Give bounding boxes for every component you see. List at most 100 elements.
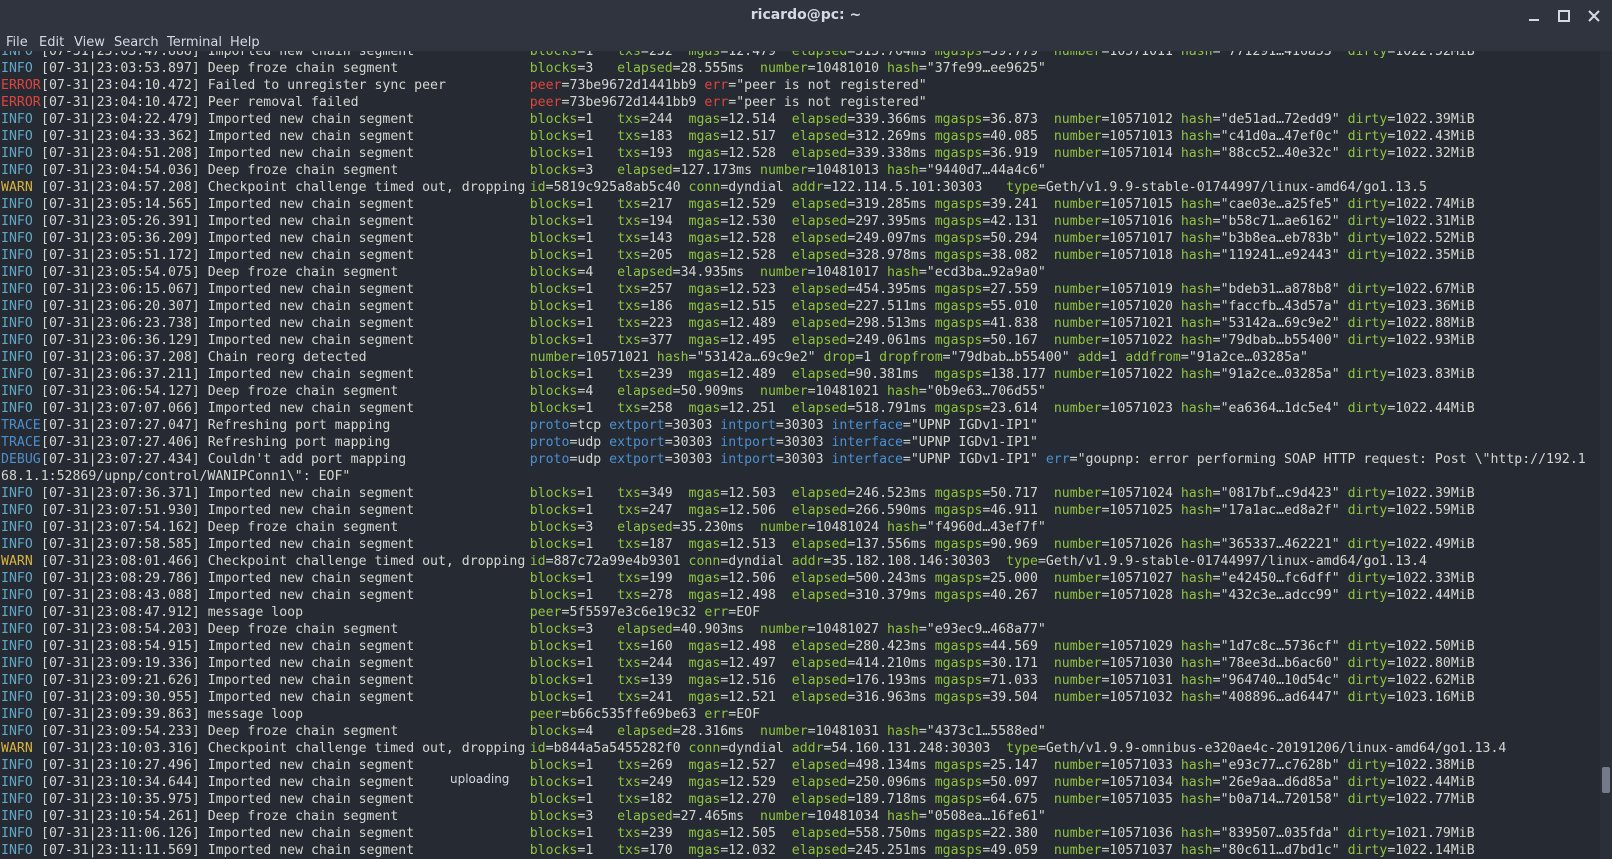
log-key: dirty — [1347, 690, 1388, 705]
log-value: =280.423ms — [847, 639, 935, 654]
log-key: mgasps — [934, 843, 983, 858]
log-line: INFO [07-31|23:04:33.362] Imported new ch… — [1, 128, 1586, 145]
log-value: =1 — [577, 537, 618, 552]
log-key: txs — [617, 656, 641, 671]
log-line: INFO [07-31|23:07:36.371] Imported new ch… — [1, 485, 1586, 502]
log-timestamp: [07-31|23:09:30.955] — [41, 690, 208, 705]
log-value: =90.969 — [982, 537, 1054, 552]
log-value: =10571023 — [1101, 401, 1181, 416]
log-key: dirty — [1347, 537, 1388, 552]
log-value: =46.911 — [982, 503, 1054, 518]
maximize-icon[interactable] — [1554, 6, 1574, 26]
minimize-icon[interactable] — [1524, 6, 1544, 26]
log-value: =1 — [577, 826, 618, 841]
log-key: txs — [617, 197, 641, 212]
log-value: =dyndial — [720, 554, 792, 569]
menu-edit[interactable]: Edit — [39, 35, 64, 50]
log-value: =414.210ms — [847, 656, 935, 671]
log-value: =1022.77MiB — [1387, 792, 1475, 807]
log-line: INFO [07-31|23:06:54.127] Deep froze chai… — [1, 383, 1586, 400]
log-key: dirty — [1347, 401, 1388, 416]
log-key: type — [1006, 741, 1038, 756]
log-key: blocks — [529, 248, 578, 263]
log-value: =54.160.131.248:30303 — [823, 741, 1007, 756]
close-icon[interactable] — [1584, 6, 1604, 26]
log-message: Imported new chain segment — [207, 792, 415, 807]
log-value: =12.505 — [720, 826, 792, 841]
log-line: INFO [07-31|23:03:47.888] Imported new ch… — [1, 51, 1586, 60]
log-key: txs — [617, 214, 641, 229]
log-key: txs — [617, 673, 641, 688]
log-value: =250.096ms — [847, 775, 935, 790]
log-timestamp: [07-31|23:11:11.569] — [41, 843, 208, 858]
log-value: =139 — [640, 673, 689, 688]
log-level: INFO — [1, 707, 33, 722]
log-key: elapsed — [791, 690, 848, 705]
log-value: ="e93c77…c7628b" — [1212, 758, 1348, 773]
log-key: mgasps — [934, 571, 983, 586]
log-line: INFO [07-31|23:09:21.626] Imported new ch… — [1, 672, 1586, 689]
terminal-output[interactable]: INFO [07-31|23:03:47.888] Imported new ch… — [0, 51, 1600, 859]
log-key: hash — [656, 350, 689, 365]
log-line: INFO [07-31|23:09:30.955] Imported new ch… — [1, 689, 1586, 706]
log-level: INFO — [1, 537, 33, 552]
window-titlebar[interactable]: ricardo@pc: ~ — [0, 0, 1612, 32]
log-key: elapsed — [791, 673, 848, 688]
log-key: mgas — [688, 656, 721, 671]
log-key: number — [1053, 673, 1102, 688]
menu-terminal[interactable]: Terminal — [167, 35, 222, 50]
log-key: id — [529, 554, 546, 569]
terminal-scrollbar[interactable] — [1600, 51, 1612, 859]
menu-search[interactable]: Search — [114, 35, 159, 50]
scrollbar-thumb[interactable] — [1602, 767, 1610, 793]
log-value: ="37fe99…ee9625" — [918, 61, 1046, 76]
menu-view[interactable]: View — [74, 35, 105, 50]
log-key: conn — [688, 180, 721, 195]
log-value: =1022.44MiB — [1387, 775, 1475, 790]
log-value: ="365337…462221" — [1212, 537, 1348, 552]
log-value: =30303 — [664, 418, 721, 433]
log-key: blocks — [529, 622, 578, 637]
log-value: =454.395ms — [847, 282, 935, 297]
log-value: =1 — [577, 197, 618, 212]
log-key: interface — [831, 452, 903, 467]
log-timestamp: [07-31|23:07:54.162] — [41, 520, 208, 535]
log-value: =313.764ms — [847, 51, 935, 59]
log-key: id — [529, 180, 546, 195]
log-key: elapsed — [617, 265, 673, 280]
log-level: TRACE — [1, 418, 41, 433]
log-key: blocks — [529, 197, 578, 212]
log-key: elapsed — [791, 197, 848, 212]
log-value: =5f5597e3c6e19c32 — [561, 605, 705, 620]
log-key: mgas — [688, 299, 721, 314]
log-message: Checkpoint challenge timed out, dropping — [207, 554, 526, 569]
menu-help[interactable]: Help — [230, 35, 260, 50]
log-line: INFO [07-31|23:10:34.644] Imported new ch… — [1, 774, 1586, 791]
log-value: =518.791ms — [847, 401, 935, 416]
log-value: ="88cc52…40e32c" — [1212, 146, 1348, 161]
log-value: =73be9672d1441bb9 — [561, 78, 705, 93]
log-message: Imported new chain segment — [207, 537, 415, 552]
log-key: number — [1053, 775, 1102, 790]
log-key: hash — [1180, 775, 1213, 790]
log-timestamp: [07-31|23:06:54.127] — [41, 384, 208, 399]
log-key: mgas — [688, 146, 721, 161]
log-value: =1 — [577, 231, 618, 246]
log-level: INFO — [1, 333, 33, 348]
log-timestamp: [07-31|23:07:58.585] — [41, 537, 208, 552]
log-value: =249 — [640, 775, 689, 790]
log-value: =12.528 — [720, 146, 792, 161]
log-key: mgasps — [934, 690, 983, 705]
log-line: INFO [07-31|23:04:51.208] Imported new ch… — [1, 145, 1586, 162]
log-timestamp: [07-31|23:08:47.912] — [41, 605, 208, 620]
log-value: =887c72a99e4b9301 — [545, 554, 689, 569]
log-value: =1 — [577, 571, 618, 586]
log-value: =12.498 — [720, 639, 792, 654]
log-value: =25.147 — [982, 758, 1054, 773]
log-level: DEBUG — [1, 452, 41, 467]
log-level: INFO — [1, 690, 33, 705]
log-value: =3 — [577, 61, 618, 76]
log-key: number — [1053, 282, 1102, 297]
log-value: =40.903ms — [672, 622, 760, 637]
menu-file[interactable]: File — [6, 35, 28, 50]
